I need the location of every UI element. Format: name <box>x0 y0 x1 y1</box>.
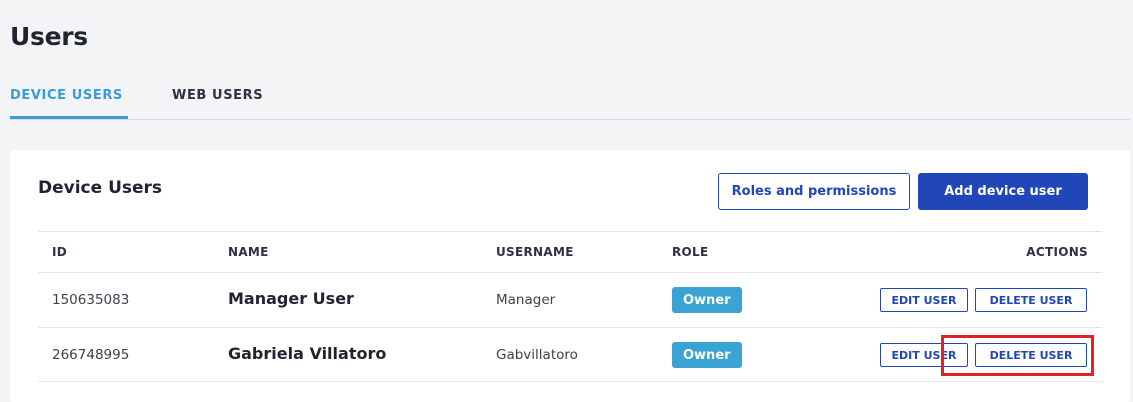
role-badge: Owner <box>672 287 742 313</box>
table-row: 150635083 Manager User Manager Owner EDI… <box>38 272 1102 327</box>
column-header-username: USERNAME <box>496 245 574 259</box>
device-users-card: Device Users Roles and permissions Add d… <box>10 150 1130 402</box>
user-username: Gabvillatoro <box>496 347 578 363</box>
edit-user-button[interactable]: EDIT USER <box>880 288 968 312</box>
column-header-id: ID <box>52 245 68 259</box>
user-name: Gabriela Villatoro <box>228 344 387 363</box>
table-header-row: ID NAME USERNAME ROLE ACTIONS <box>38 231 1102 272</box>
user-id: 266748995 <box>52 347 130 363</box>
delete-user-button[interactable]: DELETE USER <box>975 343 1087 367</box>
table-row: 266748995 Gabriela Villatoro Gabvillator… <box>38 327 1102 382</box>
users-table: ID NAME USERNAME ROLE ACTIONS 150635083 … <box>38 231 1102 382</box>
column-header-role: ROLE <box>672 245 709 259</box>
user-username: Manager <box>496 292 556 308</box>
tab-device-users[interactable]: DEVICE USERS <box>10 88 128 119</box>
role-badge: Owner <box>672 342 742 368</box>
tab-web-users[interactable]: WEB USERS <box>172 88 282 119</box>
column-header-name: NAME <box>228 245 269 259</box>
user-id: 150635083 <box>52 292 130 308</box>
column-header-actions: ACTIONS <box>1026 245 1088 259</box>
user-name: Manager User <box>228 289 354 308</box>
edit-user-button[interactable]: EDIT USER <box>880 343 968 367</box>
delete-user-button[interactable]: DELETE USER <box>975 288 1087 312</box>
page-title: Users <box>10 22 88 51</box>
add-device-user-button[interactable]: Add device user <box>918 173 1088 210</box>
roles-and-permissions-button[interactable]: Roles and permissions <box>718 173 910 210</box>
active-tab-indicator <box>10 116 128 119</box>
card-title: Device Users <box>38 178 163 198</box>
tab-bar: DEVICE USERS WEB USERS <box>10 88 1130 120</box>
